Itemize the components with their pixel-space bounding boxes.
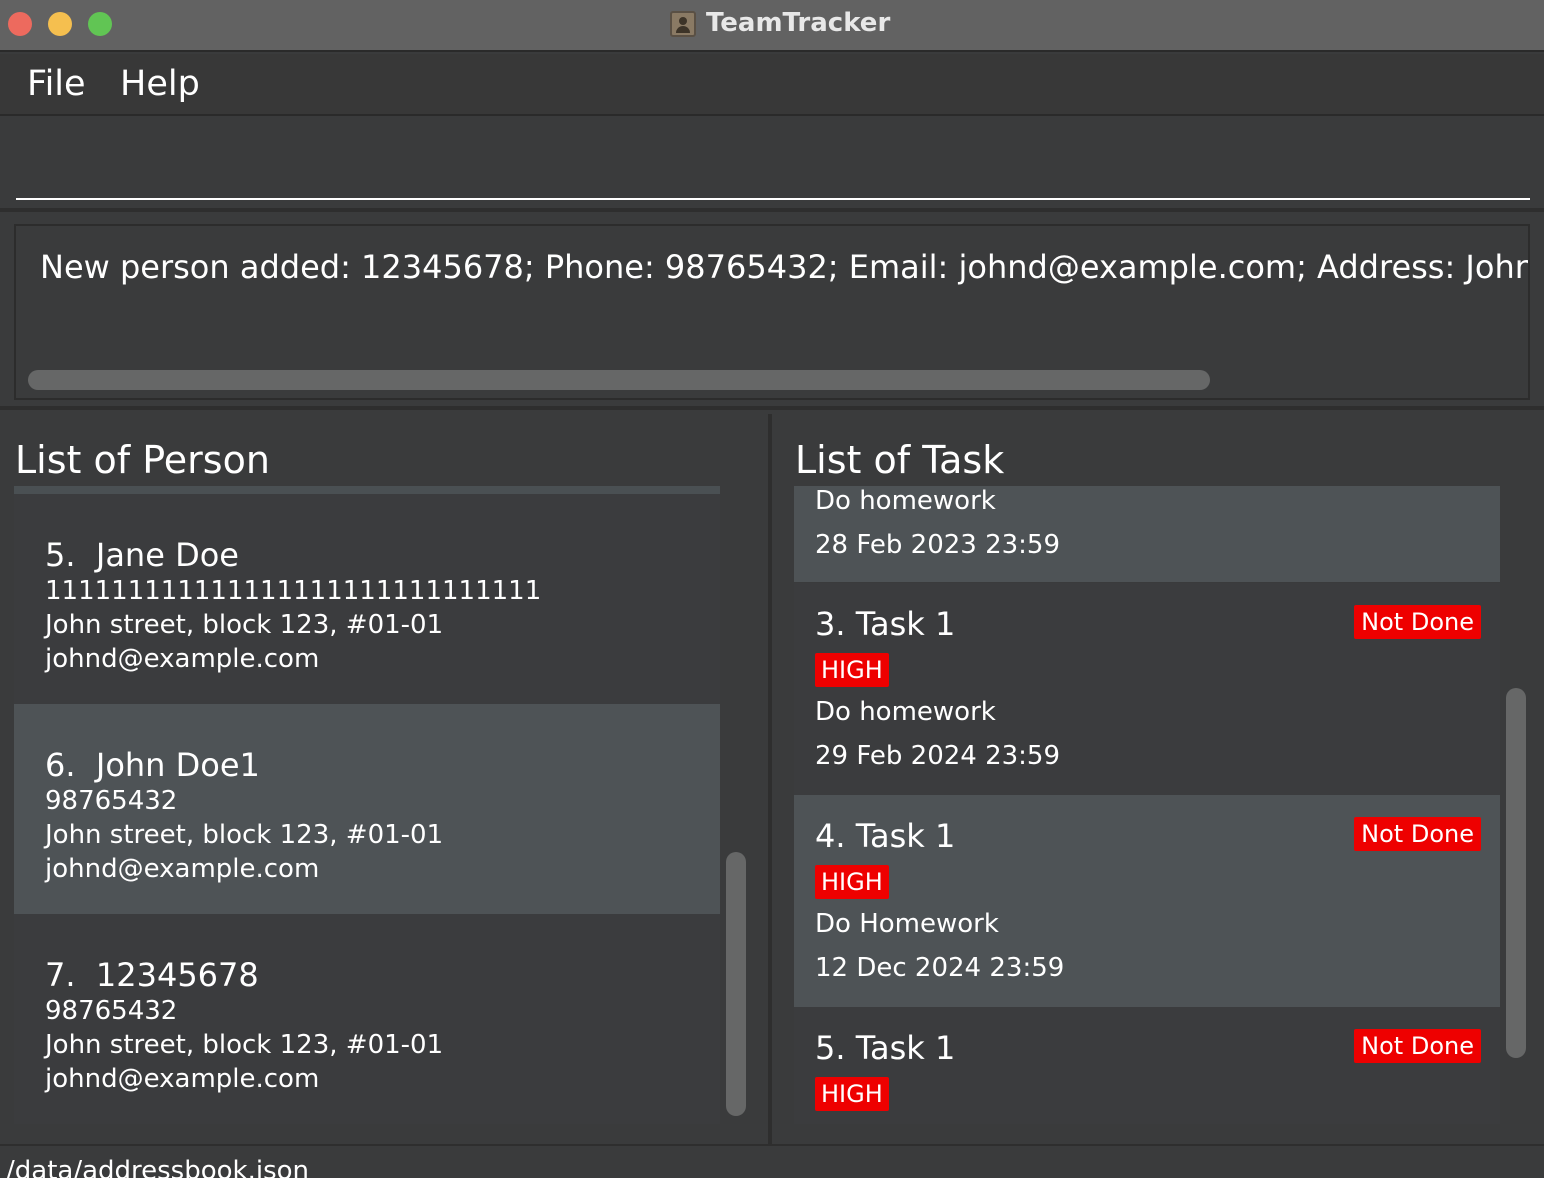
person-phone: 111111111111111111111111111111	[45, 576, 542, 606]
task-name: 3. Task 1	[815, 605, 956, 643]
person-address: John street, block 123, #01-01	[45, 610, 444, 640]
app-icon	[670, 11, 696, 37]
maximize-window-button[interactable]	[88, 12, 112, 36]
task-priority-badge: HIGH	[815, 1077, 889, 1111]
task-list[interactable]: Do homework 28 Feb 2023 23:59 3. Task 1 …	[794, 486, 1500, 1124]
task-status-badge: Not Done	[1354, 605, 1481, 639]
command-box-area	[0, 118, 1544, 212]
person-address: John street, block 123, #01-01	[45, 820, 444, 850]
person-phone: 98765432	[45, 786, 178, 816]
person-card[interactable]: 6. John Doe1 98765432 John street, block…	[14, 704, 720, 914]
task-status-badge: Not Done	[1354, 1029, 1481, 1063]
task-name: 4. Task 1	[815, 817, 956, 855]
person-name-line: 5. Jane Doe	[45, 536, 239, 574]
person-list-title: List of Person	[15, 438, 270, 482]
person-index: 6.	[45, 746, 76, 784]
person-name: John Doe1	[95, 746, 260, 784]
task-status-badge: Not Done	[1354, 817, 1481, 851]
close-window-button[interactable]	[8, 12, 32, 36]
person-list-scrollbar[interactable]	[726, 852, 746, 1116]
task-priority-badge: HIGH	[815, 653, 889, 687]
person-name-line: 7. 12345678	[45, 956, 259, 994]
task-card[interactable]: Do homework 28 Feb 2023 23:59	[794, 486, 1500, 582]
data-file-path: /data/addressbook.json	[6, 1156, 310, 1178]
person-name-line: 6. John Doe1	[45, 746, 260, 784]
task-card[interactable]: 4. Task 1 Not Done HIGH Do Homework 12 D…	[794, 795, 1500, 1007]
person-email: johnd@example.com	[45, 854, 320, 884]
task-deadline: 28 Feb 2023 23:59	[815, 530, 1061, 560]
status-bar: /data/addressbook.json	[0, 1144, 1544, 1178]
menu-bar: File Help	[0, 54, 1544, 116]
task-name: 5. Task 1	[815, 1029, 956, 1067]
person-email: johnd@example.com	[45, 644, 320, 674]
person-index: 5.	[45, 536, 76, 574]
result-display: New person added: 12345678; Phone: 98765…	[14, 224, 1530, 400]
task-panel: List of Task Do homework 28 Feb 2023 23:…	[776, 414, 1544, 1144]
task-list-title: List of Task	[795, 438, 1005, 482]
person-list[interactable]: 5. Jane Doe 1111111111111111111111111111…	[14, 486, 720, 1124]
window-title: TeamTracker	[706, 8, 891, 38]
command-input[interactable]	[16, 146, 1530, 200]
person-card[interactable]: 5. Jane Doe 1111111111111111111111111111…	[14, 494, 720, 704]
task-card[interactable]: 3. Task 1 Not Done HIGH Do homework 29 F…	[794, 583, 1500, 795]
title-bar: TeamTracker	[0, 0, 1544, 52]
task-deadline: 12 Dec 2024 23:59	[815, 953, 1065, 983]
result-text: New person added: 12345678; Phone: 98765…	[40, 248, 1530, 286]
task-priority-badge: HIGH	[815, 865, 889, 899]
task-deadline: 29 Feb 2024 23:59	[815, 741, 1061, 771]
result-horizontal-scrollbar[interactable]	[28, 370, 1210, 390]
person-email: johnd@example.com	[45, 1064, 320, 1094]
person-name: 12345678	[95, 956, 259, 994]
person-index: 7.	[45, 956, 76, 994]
task-description: Do homework	[815, 486, 996, 516]
menu-help[interactable]: Help	[120, 64, 200, 104]
person-phone: 98765432	[45, 996, 178, 1026]
task-description: Do homework	[815, 697, 996, 727]
person-name: Jane Doe	[95, 536, 239, 574]
task-card[interactable]: 5. Task 1 Not Done HIGH	[794, 1007, 1500, 1124]
menu-file[interactable]: File	[27, 64, 86, 104]
minimize-window-button[interactable]	[48, 12, 72, 36]
task-description: Do Homework	[815, 909, 999, 939]
task-list-scrollbar[interactable]	[1506, 688, 1526, 1058]
result-display-area: New person added: 12345678; Phone: 98765…	[0, 214, 1544, 410]
person-card[interactable]: 7. 12345678 98765432 John street, block …	[14, 914, 720, 1124]
person-panel: List of Person 5. Jane Doe 1111111111111…	[0, 414, 772, 1144]
person-address: John street, block 123, #01-01	[45, 1030, 444, 1060]
